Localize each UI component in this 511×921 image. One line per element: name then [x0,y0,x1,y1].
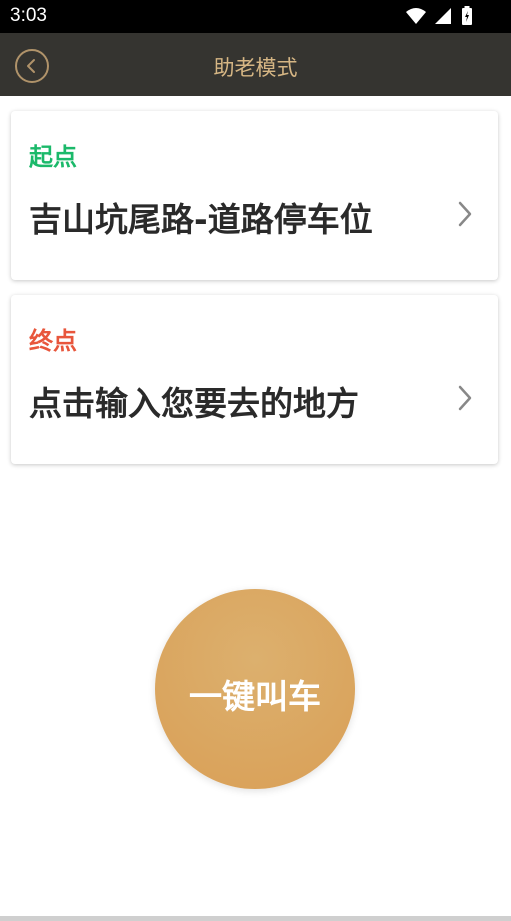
start-label: 起点 [29,143,77,171]
page-title: 助老模式 [213,56,298,80]
destination-input: 点击输入您要去的地方 [29,384,359,423]
end-label: 终点 [29,327,77,355]
status-time: 3:03 [10,5,47,26]
status-bar: 3:03 [0,0,511,33]
start-location-card[interactable]: 起点 吉山坑尾路-道路停车位 [11,111,498,280]
wifi-icon [406,8,426,24]
destination-card[interactable]: 终点 点击输入您要去的地方 [11,295,498,464]
start-location-value: 吉山坑尾路-道路停车位 [29,200,373,239]
signal-icon [435,8,451,24]
bottom-divider [0,916,511,921]
one-tap-call-button[interactable]: 一键叫车 [155,589,355,789]
chevron-right-icon [458,385,472,411]
chevron-right-icon [458,201,472,227]
battery-icon [462,6,472,25]
call-button-label: 一键叫车 [189,677,321,716]
nav-bar: 助老模式 [0,33,511,96]
status-icons [405,6,475,26]
